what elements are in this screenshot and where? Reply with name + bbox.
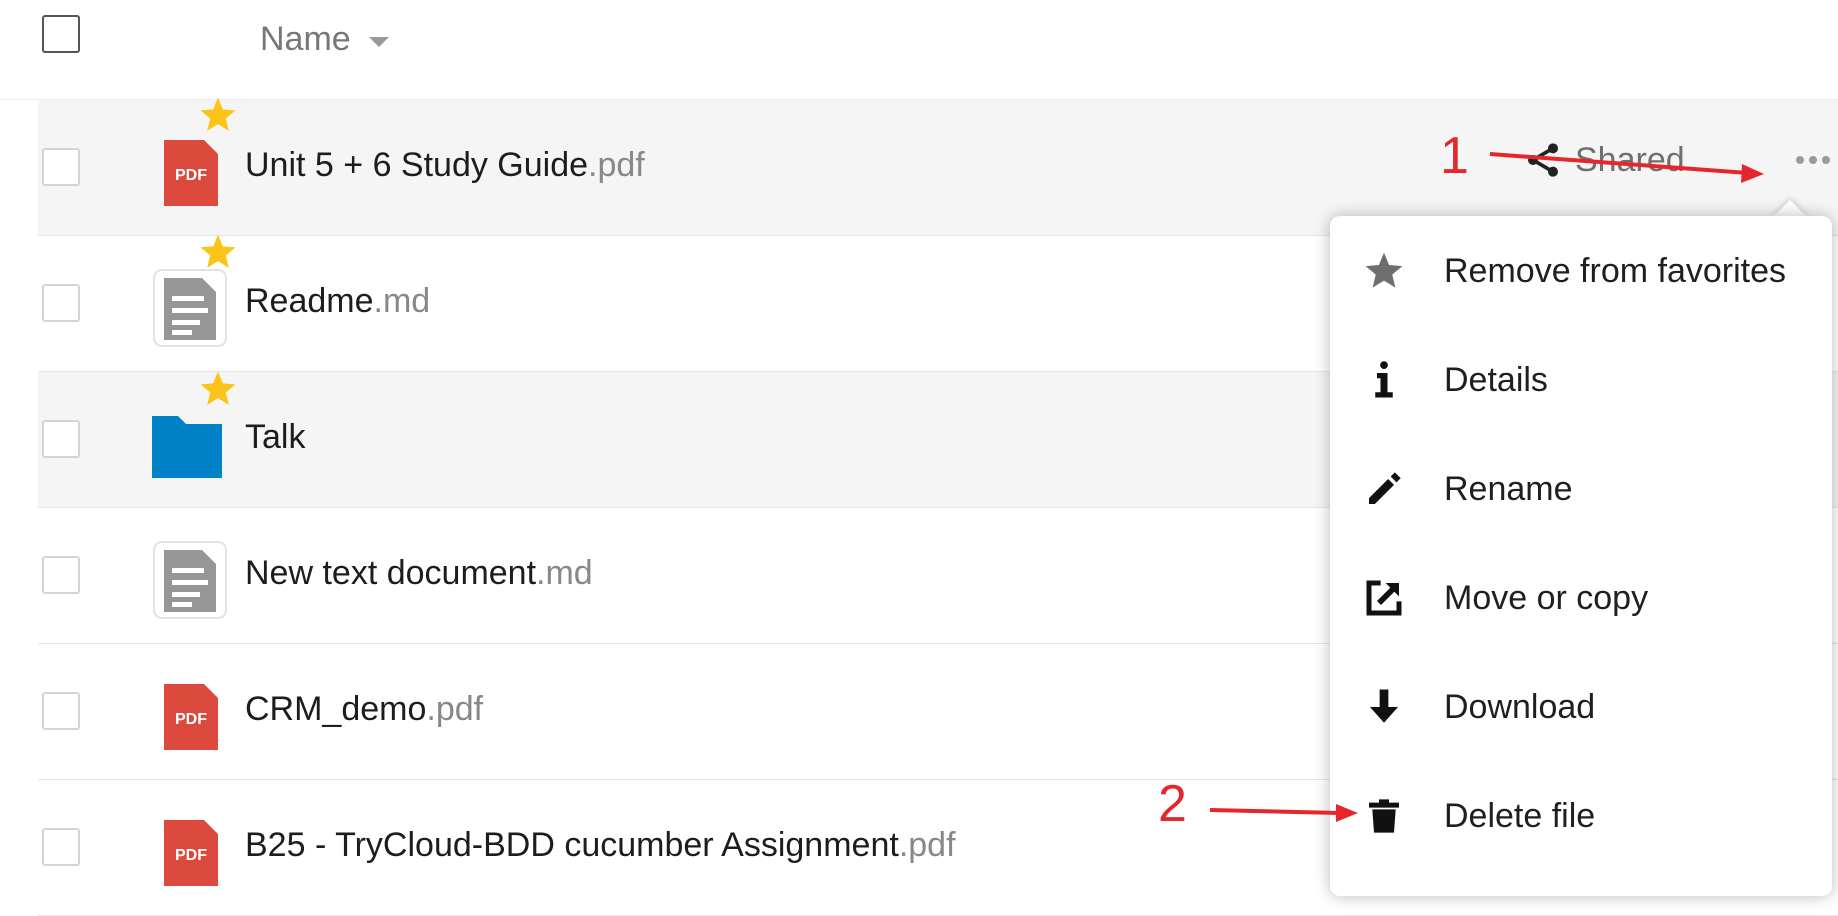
row-checkbox[interactable]: [42, 828, 80, 866]
menu-item-label: Delete file: [1444, 796, 1596, 835]
menu-item-download[interactable]: Download: [1330, 662, 1832, 752]
file-extension: .md: [373, 282, 431, 320]
menu-item-remove-favorite[interactable]: Remove from favorites: [1330, 226, 1832, 316]
shared-label: Shared: [1575, 140, 1685, 179]
file-basename: Talk: [245, 418, 306, 456]
file-extension: .pdf: [426, 690, 484, 728]
pdf-file-icon: PDF: [164, 140, 218, 206]
annotation-step-1: 1: [1440, 127, 1469, 185]
menu-item-label: Download: [1444, 687, 1596, 726]
file-basename: Readme: [245, 282, 374, 320]
pencil-icon: [1360, 465, 1408, 513]
annotation-step-2: 2: [1158, 775, 1187, 833]
row-checkbox[interactable]: [42, 420, 80, 458]
favorite-star-icon: [200, 371, 236, 405]
menu-item-details[interactable]: Details: [1330, 335, 1832, 425]
menu-item-move-copy[interactable]: Move or copy: [1330, 553, 1832, 643]
share-button[interactable]: Shared: [1523, 140, 1685, 180]
row-checkbox[interactable]: [42, 148, 80, 186]
trash-icon: [1360, 792, 1408, 840]
file-extension: .pdf: [588, 146, 645, 184]
folder-icon: [152, 416, 222, 478]
menu-item-delete-file[interactable]: Delete file: [1330, 771, 1832, 861]
row-checkbox[interactable]: [42, 556, 80, 594]
text-file-icon: [153, 541, 227, 619]
pdf-badge-text: PDF: [175, 847, 207, 864]
menu-item-rename[interactable]: Rename: [1330, 444, 1832, 534]
pdf-badge-text: PDF: [175, 167, 207, 184]
file-basename: New text document: [245, 554, 537, 592]
download-arrow-icon: [1360, 683, 1408, 731]
pdf-file-icon: PDF: [164, 684, 218, 750]
row-checkbox[interactable]: [42, 692, 80, 730]
menu-item-label: Rename: [1444, 469, 1573, 508]
file-name[interactable]: B25 - TryCloud-BDD cucumber Assignment.p…: [245, 826, 956, 865]
row-checkbox[interactable]: [42, 284, 80, 322]
name-column-label: Name: [260, 20, 351, 58]
pdf-file-icon: PDF: [164, 820, 218, 886]
file-basename: B25 - TryCloud-BDD cucumber Assignment: [245, 826, 899, 864]
info-icon: [1360, 356, 1408, 404]
menu-item-label: Move or copy: [1444, 578, 1649, 617]
file-name[interactable]: CRM_demo.pdf: [245, 690, 483, 729]
text-file-icon: [153, 269, 227, 347]
file-basename: Unit 5 + 6 Study Guide: [245, 146, 589, 184]
file-basename: CRM_demo: [245, 690, 427, 728]
menu-item-label: Remove from favorites: [1444, 251, 1786, 290]
file-extension: .pdf: [898, 826, 956, 864]
favorite-star-icon: [200, 234, 236, 268]
menu-item-label: Details: [1444, 360, 1548, 399]
external-link-icon: [1360, 574, 1408, 622]
file-name[interactable]: Talk: [245, 418, 305, 457]
star-icon: [1360, 247, 1408, 295]
file-extension: .md: [536, 554, 593, 592]
file-name[interactable]: Readme.md: [245, 282, 430, 321]
file-list-header: Name: [0, 0, 1838, 100]
select-all-checkbox[interactable]: [42, 15, 80, 53]
favorite-star-icon: [200, 97, 236, 131]
file-actions-menu: Remove from favorites Details Rename Mov…: [1330, 216, 1832, 896]
sort-caret-down-icon: [368, 36, 389, 47]
file-name[interactable]: New text document.md: [245, 554, 593, 593]
name-column-sort[interactable]: Name: [260, 20, 389, 59]
more-actions-icon[interactable]: [1788, 145, 1838, 175]
share-icon: [1528, 143, 1558, 177]
pdf-badge-text: PDF: [175, 711, 207, 728]
file-name[interactable]: Unit 5 + 6 Study Guide.pdf: [245, 146, 645, 185]
